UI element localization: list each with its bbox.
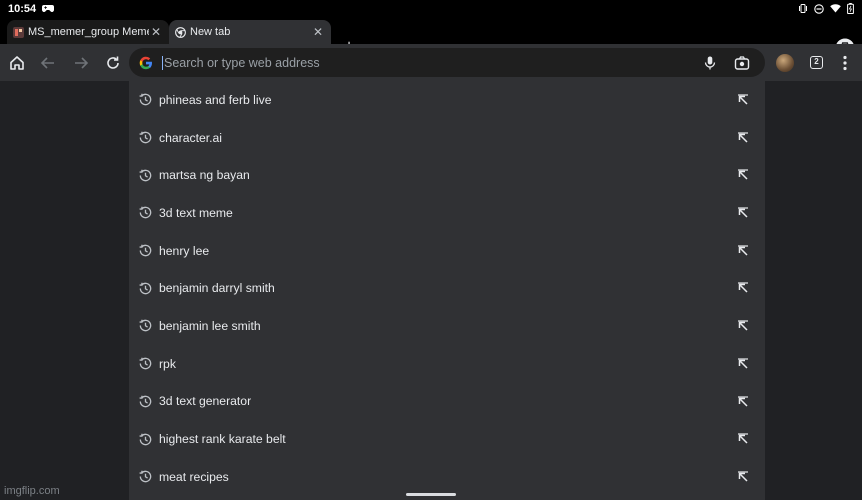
- fill-into-omnibox-arrow-icon[interactable]: [737, 94, 749, 106]
- suggestion-row[interactable]: phineas and ferb live: [129, 81, 765, 119]
- text-cursor: [162, 55, 163, 70]
- suggestion-row[interactable]: henry lee: [129, 232, 765, 270]
- status-time: 10:54: [8, 2, 37, 15]
- tab-switcher-button[interactable]: 2: [810, 56, 823, 69]
- suggestion-text: benjamin lee smith: [159, 318, 261, 333]
- status-right: [798, 3, 854, 14]
- tab-close-button[interactable]: ✕: [311, 25, 325, 39]
- history-icon: [139, 470, 152, 483]
- chrome-icon: [175, 26, 186, 38]
- status-bar: 10:54: [0, 0, 862, 17]
- suggestion-row[interactable]: meat recipes: [129, 458, 765, 496]
- gesture-bar[interactable]: [406, 493, 456, 496]
- microphone-icon[interactable]: [702, 55, 718, 71]
- fill-into-omnibox-arrow-icon[interactable]: [737, 358, 749, 370]
- history-icon: [139, 169, 152, 181]
- fill-into-omnibox-arrow-icon[interactable]: [737, 207, 749, 219]
- fill-into-omnibox-arrow-icon[interactable]: [737, 245, 749, 257]
- fill-into-omnibox-arrow-icon[interactable]: [737, 395, 749, 408]
- tab-title: New tab: [190, 26, 231, 38]
- tab-memer-group[interactable]: MS_memer_group Meme ✕: [7, 20, 169, 44]
- suggestion-text: martsa ng bayan: [159, 168, 250, 183]
- fill-into-omnibox-arrow-icon[interactable]: [737, 320, 749, 332]
- suggestion-text: phineas and ferb live: [159, 92, 272, 107]
- vibrate-icon: [799, 4, 807, 13]
- suggestion-text: 3d text meme: [159, 205, 233, 220]
- google-g-icon: [139, 56, 152, 69]
- history-icon: [139, 395, 152, 408]
- suggestion-row[interactable]: highest rank karate belt: [129, 420, 765, 458]
- home-icon[interactable]: [7, 53, 27, 73]
- tab-new-tab[interactable]: New tab ✕: [169, 20, 331, 44]
- watermark: imgflip.com: [4, 485, 60, 497]
- more-vertical-icon[interactable]: [838, 54, 852, 72]
- history-icon: [139, 282, 152, 295]
- fill-into-omnibox-arrow-icon[interactable]: [737, 282, 749, 294]
- suggestion-text: henry lee: [159, 243, 210, 258]
- suggestion-text: meat recipes: [159, 469, 229, 484]
- forward-arrow-icon[interactable]: [71, 53, 91, 73]
- dnd-icon: [814, 3, 824, 14]
- history-icon: [139, 94, 152, 106]
- tab-title: MS_memer_group Meme: [28, 26, 149, 38]
- status-left: 10:54: [8, 2, 55, 15]
- history-icon: [139, 320, 152, 332]
- suggestion-text: character.ai: [159, 130, 223, 145]
- suggestion-text: benjamin darryl smith: [159, 281, 275, 296]
- suggestion-row[interactable]: benjamin lee smith: [129, 307, 765, 345]
- suggestion-text: highest rank karate belt: [159, 432, 286, 447]
- tab-close-button[interactable]: ✕: [149, 25, 163, 39]
- fill-into-omnibox-arrow-icon[interactable]: [737, 433, 749, 445]
- suggestion-text: rpk: [159, 356, 176, 371]
- battery-icon: [847, 3, 854, 14]
- suggestion-row[interactable]: rpk: [129, 345, 765, 383]
- history-icon: [139, 357, 152, 370]
- omnibox[interactable]: Search or type web address: [129, 48, 765, 77]
- suggestion-row[interactable]: martsa ng bayan: [129, 156, 765, 194]
- gamepad-icon: [42, 5, 55, 12]
- omnibox-input[interactable]: Search or type web address: [164, 56, 765, 70]
- fill-into-omnibox-arrow-icon[interactable]: [737, 169, 749, 181]
- fill-into-omnibox-arrow-icon[interactable]: [737, 132, 749, 144]
- suggestion-text: 3d text generator: [159, 394, 252, 409]
- wifi-icon: [830, 4, 841, 13]
- history-icon: [139, 433, 152, 445]
- history-icon: [139, 131, 152, 144]
- back-arrow-icon[interactable]: [38, 53, 58, 73]
- camera-lens-icon[interactable]: [734, 55, 750, 71]
- toolbar: Search or type web address 2: [0, 44, 862, 81]
- avatar[interactable]: [776, 54, 794, 72]
- suggestion-row[interactable]: character.ai: [129, 119, 765, 157]
- suggestion-row[interactable]: 3d text meme: [129, 194, 765, 232]
- fill-into-omnibox-arrow-icon[interactable]: [737, 471, 749, 483]
- history-icon: [139, 244, 152, 257]
- reload-icon[interactable]: [103, 53, 123, 73]
- suggestion-list: phineas and ferb live character.ai martsa …: [129, 81, 765, 500]
- suggestion-row[interactable]: 3d text generator: [129, 383, 765, 421]
- history-icon: [139, 207, 152, 219]
- imgflip-favicon-icon: [13, 26, 24, 38]
- suggestion-row[interactable]: benjamin darryl smith: [129, 269, 765, 307]
- tab-strip: MS_memer_group Meme ✕ New tab ✕ +: [0, 17, 862, 58]
